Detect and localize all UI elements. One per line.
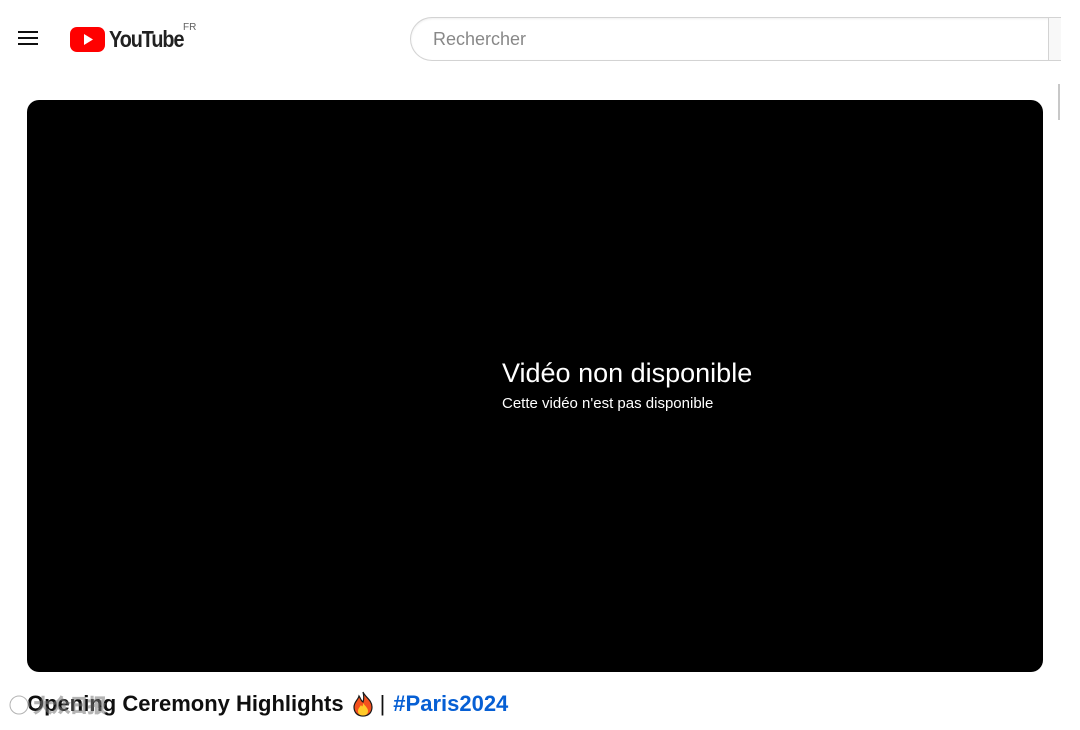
- title-separator: |: [379, 691, 386, 716]
- logo-wordmark: YouTube: [109, 25, 184, 52]
- hamburger-menu-icon: [18, 31, 38, 45]
- youtube-play-icon: [70, 26, 105, 52]
- youtube-logo-link[interactable]: YouTube: [70, 22, 196, 56]
- masthead: YouTube FR: [0, 0, 1080, 80]
- fire-icon: [352, 691, 374, 717]
- watermark: 大众日报: [8, 692, 107, 718]
- player-error-message: Vidéo non disponible Cette vidéo n'est p…: [502, 356, 752, 414]
- error-title: Vidéo non disponible: [502, 358, 753, 388]
- region-code: FR: [183, 22, 197, 33]
- search-button[interactable]: [1049, 17, 1061, 61]
- guide-menu-button[interactable]: [10, 20, 46, 56]
- watermark-text: 大众日报: [34, 696, 107, 718]
- search-box[interactable]: [410, 17, 1050, 61]
- video-player[interactable]: Vidéo non disponible Cette vidéo n'est p…: [27, 100, 1043, 672]
- scrollbar-thumb[interactable]: [1058, 84, 1060, 120]
- watermark-logo-icon: [8, 694, 30, 716]
- hashtag-link[interactable]: #Paris2024: [393, 688, 508, 720]
- error-subtitle: Cette vidéo n'est pas disponible: [502, 395, 714, 412]
- search-input[interactable]: [431, 27, 1035, 51]
